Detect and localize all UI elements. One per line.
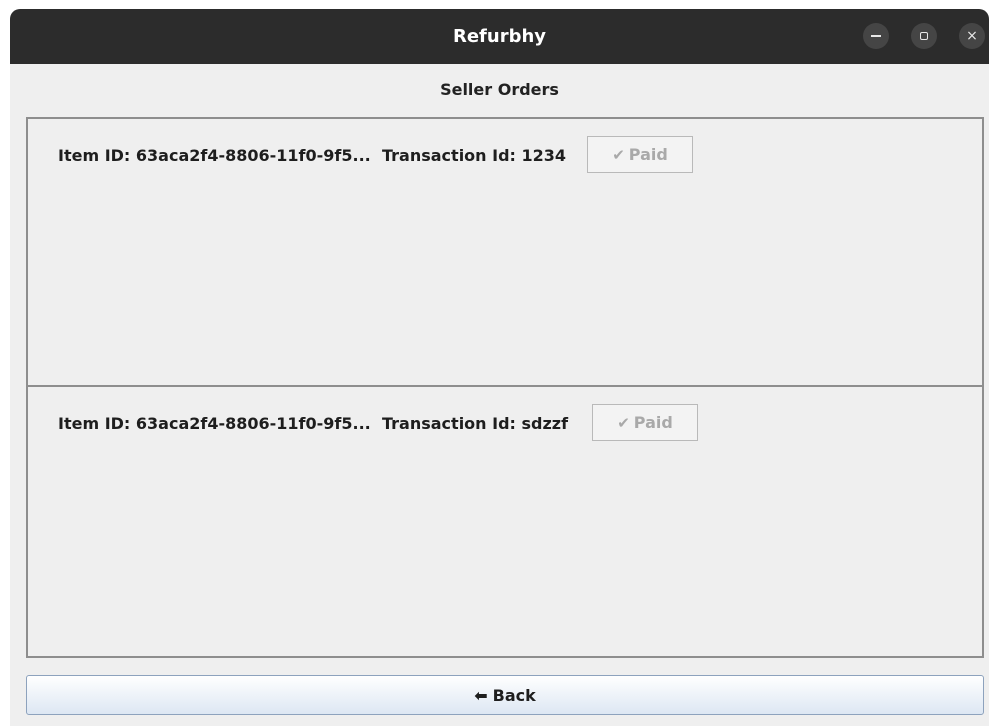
title-bar[interactable]: Refurbhy × bbox=[10, 9, 989, 64]
check-icon: ✔ bbox=[617, 413, 630, 432]
paid-label: Paid bbox=[628, 145, 668, 164]
transaction-id-label: Transaction Id: 1234 bbox=[382, 146, 567, 165]
transaction-id-label: Transaction Id: sdzzf bbox=[382, 414, 569, 433]
close-icon: × bbox=[966, 28, 978, 44]
order-row: Item ID: 63aca2f4-8806-11f0-9f5... Trans… bbox=[28, 119, 982, 387]
back-button[interactable]: ⬅ Back bbox=[26, 675, 984, 715]
item-id-label: Item ID: 63aca2f4-8806-11f0-9f5... bbox=[58, 146, 371, 165]
close-button[interactable]: × bbox=[959, 23, 985, 49]
paid-label: Paid bbox=[633, 413, 673, 432]
orders-list[interactable]: Item ID: 63aca2f4-8806-11f0-9f5... Trans… bbox=[26, 117, 984, 658]
order-row: Item ID: 63aca2f4-8806-11f0-9f5... Trans… bbox=[28, 387, 982, 656]
minimize-button[interactable] bbox=[863, 23, 889, 49]
maximize-icon bbox=[920, 32, 928, 40]
maximize-button[interactable] bbox=[911, 23, 937, 49]
page-title: Seller Orders bbox=[440, 80, 559, 99]
paid-button[interactable]: ✔ Paid bbox=[587, 136, 693, 173]
window-title: Refurbhy bbox=[452, 26, 547, 47]
back-label: Back bbox=[492, 685, 536, 705]
check-icon: ✔ bbox=[612, 145, 625, 164]
back-arrow-icon: ⬅ bbox=[474, 685, 488, 705]
paid-button[interactable]: ✔ Paid bbox=[592, 404, 698, 441]
app-window: Refurbhy × Seller Orders Item ID: 63aca2… bbox=[10, 9, 989, 726]
item-id-label: Item ID: 63aca2f4-8806-11f0-9f5... bbox=[58, 414, 371, 433]
minimize-icon bbox=[871, 35, 881, 37]
